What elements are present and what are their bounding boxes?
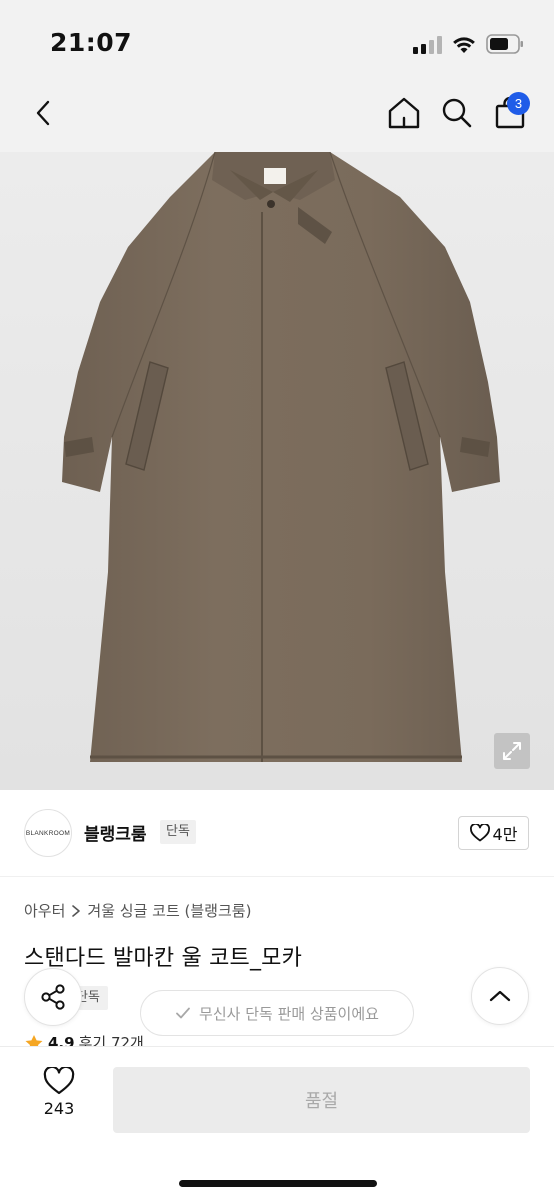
expand-image-button[interactable] — [494, 733, 530, 769]
wishlist-count: 243 — [43, 1099, 75, 1118]
brand-like-button[interactable]: 4만 — [458, 816, 529, 850]
product-title: 스탠다드 발마칸 울 코트_모카 — [24, 946, 303, 971]
share-button[interactable] — [24, 968, 82, 1026]
heart-icon — [43, 1067, 75, 1095]
heart-icon — [469, 824, 490, 842]
brand-name[interactable]: 블랭크룸 — [84, 820, 147, 845]
search-icon — [442, 98, 472, 128]
soldout-button[interactable]: 품절 — [113, 1067, 530, 1133]
status-bar: 21:07 — [0, 0, 554, 90]
back-button[interactable] — [24, 90, 64, 136]
brand-row: BLANKROOM 블랭크룸 단독 4만 — [0, 790, 554, 876]
scroll-to-top-button[interactable] — [471, 967, 529, 1025]
chevron-up-icon — [489, 990, 511, 1002]
exclusive-badge: 단독 — [160, 820, 196, 844]
battery-icon — [486, 34, 523, 54]
expand-icon — [503, 742, 521, 760]
chevron-left-icon — [36, 100, 50, 126]
breadcrumb: 아우터 겨울 싱글 코트 (블랭크룸) — [24, 900, 251, 921]
home-button[interactable] — [383, 90, 425, 136]
breadcrumb-category[interactable]: 아우터 — [24, 900, 65, 921]
coat-image — [62, 152, 500, 762]
search-button[interactable] — [436, 90, 478, 136]
cellular-signal-icon — [413, 36, 443, 54]
bottom-action-bar: 243 품절 — [0, 1046, 554, 1200]
product-image[interactable] — [0, 152, 554, 790]
chevron-right-icon — [72, 904, 81, 917]
exclusive-toast: 무신사 단독 판매 상품이에요 — [140, 990, 414, 1036]
toast-text: 무신사 단독 판매 상품이에요 — [199, 1004, 379, 1023]
home-indicator — [179, 1180, 377, 1187]
breadcrumb-subcategory[interactable]: 겨울 싱글 코트 (블랭크룸) — [87, 900, 251, 921]
top-nav — [0, 90, 554, 152]
wishlist-button[interactable]: 243 — [28, 1067, 90, 1133]
check-icon — [176, 1007, 190, 1019]
home-icon — [388, 97, 420, 129]
status-time: 21:07 — [50, 28, 133, 57]
brand-logo[interactable]: BLANKROOM — [24, 809, 72, 857]
cart-count-badge: 3 — [507, 92, 530, 115]
share-icon — [41, 984, 65, 1010]
brand-like-count: 4만 — [492, 825, 518, 844]
divider — [0, 876, 554, 877]
wifi-icon — [453, 37, 475, 53]
